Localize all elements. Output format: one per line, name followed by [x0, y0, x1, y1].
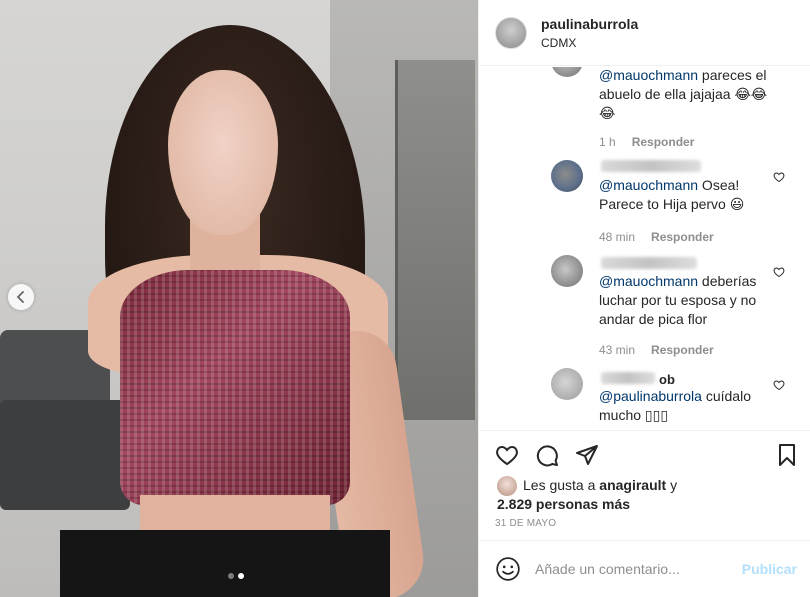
comment-emoji: 😃 — [729, 196, 745, 212]
bookmark-icon[interactable] — [775, 443, 799, 467]
avatar[interactable] — [551, 67, 583, 77]
likes-suffix: y — [666, 477, 678, 493]
likes-summary: Les gusta a anagirault y 2.829 personas … — [497, 476, 677, 514]
comment-time: 43 min — [599, 343, 636, 357]
comment-text: @mauochmann Osea! Parece to Hija pervo 😃 — [599, 176, 779, 214]
commenter-name-redacted — [601, 372, 655, 384]
post-actions — [479, 430, 810, 470]
comment-time: 48 min — [599, 230, 636, 244]
liker-username[interactable]: anagirault — [599, 477, 666, 493]
chevron-left-icon[interactable] — [8, 284, 34, 310]
comment-icon[interactable] — [535, 443, 559, 467]
mention-link[interactable]: @paulinaburrola — [599, 388, 702, 404]
avatar[interactable] — [551, 160, 583, 192]
likes-prefix: Les gusta a — [523, 477, 600, 493]
carousel-indicator — [228, 573, 244, 579]
comment-time: 1 h — [599, 135, 616, 149]
photo-background-door — [395, 60, 475, 420]
comment-text: @mauochmann pareces el abuelo de ella ja… — [599, 67, 779, 123]
smiley-icon[interactable] — [495, 556, 521, 582]
reply-button[interactable]: Responder — [632, 135, 695, 149]
reply-button[interactable]: Responder — [651, 343, 714, 357]
heart-icon[interactable] — [773, 266, 785, 278]
mention-link[interactable]: @mauochmann — [599, 177, 698, 193]
reply-button[interactable]: Responder — [651, 230, 714, 244]
comment-meta: 1 h Responder — [599, 135, 694, 149]
photo-subject-face — [168, 70, 278, 235]
publish-button[interactable]: Publicar — [742, 561, 797, 577]
avatar[interactable] — [551, 255, 583, 287]
photo-sofa-seat — [0, 400, 130, 510]
mention-link[interactable]: @mauochmann — [599, 67, 698, 83]
commenter-name-redacted — [601, 257, 697, 269]
heart-icon[interactable] — [495, 443, 519, 467]
add-comment-bar: Publicar — [479, 540, 810, 597]
post-side-panel: paulinaburrola CDMX @mauochmann pareces … — [478, 0, 810, 597]
heart-icon[interactable] — [773, 379, 785, 391]
post-username[interactable]: paulinaburrola — [541, 16, 638, 32]
comment-meta: 48 min Responder — [599, 230, 714, 244]
avatar[interactable] — [551, 368, 583, 400]
comment-text: @paulinaburrola cuídalo mucho ▯▯▯ — [599, 387, 779, 425]
carousel-dot — [228, 573, 234, 579]
comment-emoji: ▯▯▯ — [644, 407, 669, 423]
comment-input[interactable] — [535, 561, 735, 577]
carousel-dot-active — [238, 573, 244, 579]
avatar[interactable] — [495, 16, 527, 49]
post-header: paulinaburrola CDMX — [479, 0, 810, 66]
likes-count[interactable]: 2.829 personas más — [497, 496, 630, 512]
commenter-name-redacted — [601, 160, 701, 172]
post-photo[interactable] — [0, 0, 478, 597]
post-date[interactable]: 31 DE MAYO — [495, 518, 556, 529]
comments-list[interactable]: @mauochmann pareces el abuelo de ella ja… — [479, 67, 810, 430]
mention-link[interactable]: @mauochmann — [599, 273, 698, 289]
post-location[interactable]: CDMX — [541, 36, 638, 50]
photo-subject-top — [120, 270, 350, 505]
photo-subject-pants — [60, 530, 390, 597]
paper-plane-icon[interactable] — [575, 443, 599, 467]
heart-icon[interactable] — [773, 171, 785, 183]
commenter-name-tail[interactable]: ob — [659, 372, 675, 387]
comment-text: @mauochmann deberías luchar por tu espos… — [599, 272, 779, 329]
comment-meta: 43 min Responder — [599, 343, 714, 357]
